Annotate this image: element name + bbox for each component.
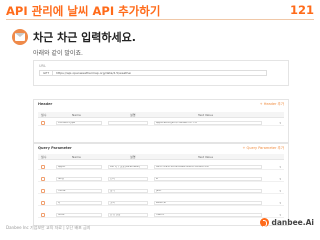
required-checkbox[interactable] [41,177,45,181]
page-subtext: 아래와 같이 말이죠. [33,50,83,57]
chevron-down-icon[interactable]: ▾ [279,177,281,181]
description-field[interactable]: 도시 [108,201,148,205]
method-select[interactable]: GET [40,71,54,75]
name-field[interactable]: Content-Type [56,121,102,125]
header-panel: Header + Header 추가 필수 Name 설명 Test Value… [33,99,289,143]
slide-title: API 관리에 날씨 API 추가하기 [6,4,161,18]
table-row: units 단위 설정 metric ▾ [38,212,284,218]
footer-text: Danbee Inc 기업보안 교육 자료 | 무단 배포 금지 [6,225,91,230]
column-header: Name [72,155,81,159]
query-section-head: Query Parameter + Query Parameter 추가 [34,146,288,151]
test-value-field[interactable]: application/json;charset=UTF-8 [154,121,262,125]
danbee-logo-icon [260,218,270,227]
name-field[interactable]: mode [56,189,102,193]
table-row: lang 언어 kr ▾ [38,176,284,182]
description-field[interactable]: API 키 / 필요(Parameter) [108,165,148,169]
test-value-field[interactable]: 8637c1a478059dcee451a1dc38d487d9f [154,165,262,169]
test-value-field[interactable]: json [154,189,262,193]
required-checkbox[interactable] [41,165,45,169]
column-header: 필수 [41,113,47,117]
add-query-parameter-button[interactable]: + Query Parameter 추가 [242,146,284,151]
url-value: https://api.openweathermap.org/data/2.5/… [56,71,132,75]
description-field[interactable]: 형식 [108,189,148,193]
header-section-title: Header [38,102,53,106]
description-field[interactable]: 단위 설정 [108,213,148,217]
column-header: Name [72,113,81,117]
header-table-head: 필수 Name 설명 Test Value [38,112,284,118]
header-section-head: Header + Header 추가 [34,102,288,107]
chevron-down-icon[interactable]: ▾ [279,165,281,169]
title-divider [6,19,314,20]
name-field[interactable]: appid [56,165,102,169]
chevron-down-icon[interactable]: ▾ [279,201,281,205]
url-input[interactable]: GET https://api.openweathermap.org/data/… [39,70,267,76]
column-header: Test Value [198,155,214,159]
table-row: q 도시 seoul,kr ▾ [38,200,284,206]
required-checkbox[interactable] [41,189,45,193]
required-checkbox[interactable] [41,213,45,217]
test-value-field[interactable]: kr [154,177,262,181]
name-field[interactable]: lang [56,177,102,181]
query-table-head: 필수 Name 설명 Test Value [38,154,284,160]
test-value-field[interactable]: seoul,kr [154,201,262,205]
description-field[interactable]: 언어 [108,177,148,181]
envelope-icon [12,29,28,45]
page-heading: 차근 차근 입력하세요. [33,31,136,44]
column-header: 설명 [130,113,136,117]
name-field[interactable]: units [56,213,102,217]
url-label: URL [39,64,46,68]
table-row: Content-Type application/json;charset=UT… [38,120,284,126]
table-row: appid API 키 / 필요(Parameter) 8637c1a47805… [38,164,284,170]
column-header: 설명 [130,155,136,159]
column-header: Test Value [198,113,214,117]
chevron-down-icon[interactable]: ▾ [279,213,281,217]
query-section-title: Query Parameter [38,146,72,150]
required-checkbox[interactable] [41,121,45,125]
required-checkbox[interactable] [41,201,45,205]
column-header: 필수 [41,155,47,159]
brand-logo: danbee.Ai [260,218,314,227]
table-row: mode 형식 json ▾ [38,188,284,194]
chevron-down-icon[interactable]: ▾ [279,121,281,125]
url-panel: URL GET https://api.openweathermap.org/d… [33,60,289,86]
description-field[interactable] [108,121,148,125]
test-value-field[interactable]: metric [154,213,262,217]
query-panel: Query Parameter + Query Parameter 추가 필수 … [33,143,289,226]
name-field[interactable]: q [56,201,102,205]
page-number: 121 [289,3,314,17]
add-header-button[interactable]: + Header 추가 [260,102,284,107]
logo-text: danbee.Ai [271,218,314,227]
chevron-down-icon[interactable]: ▾ [279,189,281,193]
